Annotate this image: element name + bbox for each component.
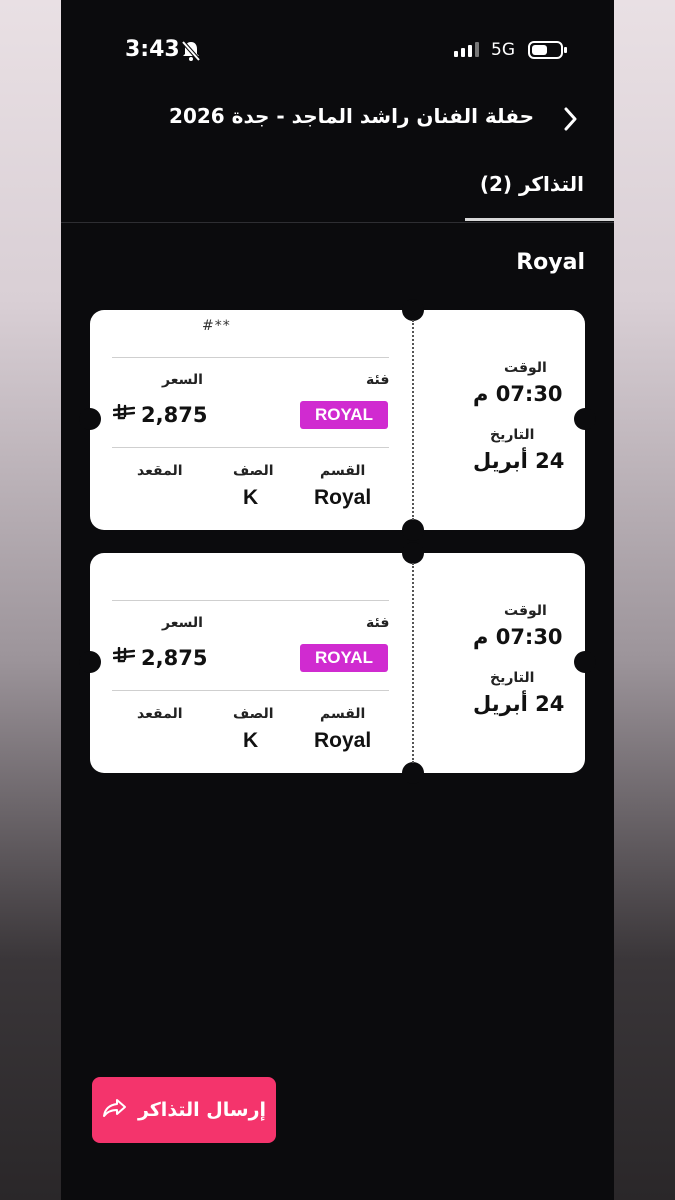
- share-arrow-icon: [102, 1097, 128, 1124]
- send-tickets-label: إرسال التذاكر: [137, 1099, 267, 1121]
- time-label: الوقت: [504, 360, 547, 376]
- header-divider: [61, 222, 614, 223]
- ticket-perforation: [412, 563, 414, 763]
- ticket-number: #**: [202, 318, 231, 334]
- section-field-label: القسم: [320, 463, 366, 479]
- category-label: فئة: [366, 615, 390, 631]
- row-label: الصف: [233, 706, 274, 722]
- date-value: 24 أبريل: [473, 692, 565, 716]
- network-type: 5G: [491, 40, 515, 60]
- date-label: التاريخ: [490, 670, 535, 686]
- price-value: 2,875: [112, 403, 208, 427]
- price-amount: 2,875: [141, 403, 208, 427]
- ticket-perforation: [412, 320, 414, 520]
- ticket-notch: [79, 651, 101, 673]
- silent-mode-icon: [181, 40, 201, 66]
- ticket-card[interactable]: #** فئة السعر ROYAL 2,875 القسم الصف الم…: [79, 299, 596, 541]
- price-value: 2,875: [112, 646, 208, 670]
- ticket-divider: [112, 600, 389, 601]
- ticket-notch: [402, 299, 424, 321]
- send-tickets-button[interactable]: إرسال التذاكر: [92, 1077, 276, 1143]
- time-value: 07:30 م: [473, 625, 563, 649]
- category-badge: ROYAL: [300, 644, 388, 672]
- time-label: الوقت: [504, 603, 547, 619]
- time-value: 07:30 م: [473, 382, 563, 406]
- ticket-divider: [112, 357, 389, 358]
- section-field-label: القسم: [320, 706, 366, 722]
- ticket-notch: [574, 408, 596, 430]
- tab-active-indicator: [465, 218, 614, 221]
- row-value: K: [243, 486, 259, 509]
- ticket-notch: [402, 519, 424, 541]
- ticket-card[interactable]: فئة السعر ROYAL 2,875 القسم الصف المقعد …: [79, 542, 596, 784]
- ticket-notch: [402, 762, 424, 784]
- ticket-divider: [112, 447, 389, 448]
- price-label: السعر: [162, 372, 203, 388]
- ticket-notch: [79, 408, 101, 430]
- ticket-notch: [402, 542, 424, 564]
- category-label: فئة: [366, 372, 390, 388]
- row-value: K: [243, 729, 259, 752]
- section-value: Royal: [314, 729, 372, 752]
- event-title: حفلة الفنان راشد الماجد - جدة 2026: [169, 104, 534, 128]
- ticket-divider: [112, 690, 389, 691]
- seat-label: المقعد: [137, 706, 183, 722]
- phone-screen: 3:43 5G حفلة الفنان راشد الماجد - جدة 20…: [61, 0, 614, 1200]
- status-time: 3:43: [125, 37, 180, 62]
- section-label: Royal: [516, 250, 585, 275]
- riyal-currency-icon: [112, 403, 136, 427]
- category-badge: ROYAL: [300, 401, 388, 429]
- back-chevron-icon[interactable]: [561, 106, 579, 136]
- date-label: التاريخ: [490, 427, 535, 443]
- tab-tickets[interactable]: التذاكر (2): [480, 172, 584, 196]
- date-value: 24 أبريل: [473, 449, 565, 473]
- battery-icon: [528, 40, 568, 64]
- seat-label: المقعد: [137, 463, 183, 479]
- section-value: Royal: [314, 486, 372, 509]
- riyal-currency-icon: [112, 646, 136, 670]
- cellular-signal-icon: [454, 42, 479, 57]
- ticket-notch: [574, 651, 596, 673]
- price-label: السعر: [162, 615, 203, 631]
- price-amount: 2,875: [141, 646, 208, 670]
- row-label: الصف: [233, 463, 274, 479]
